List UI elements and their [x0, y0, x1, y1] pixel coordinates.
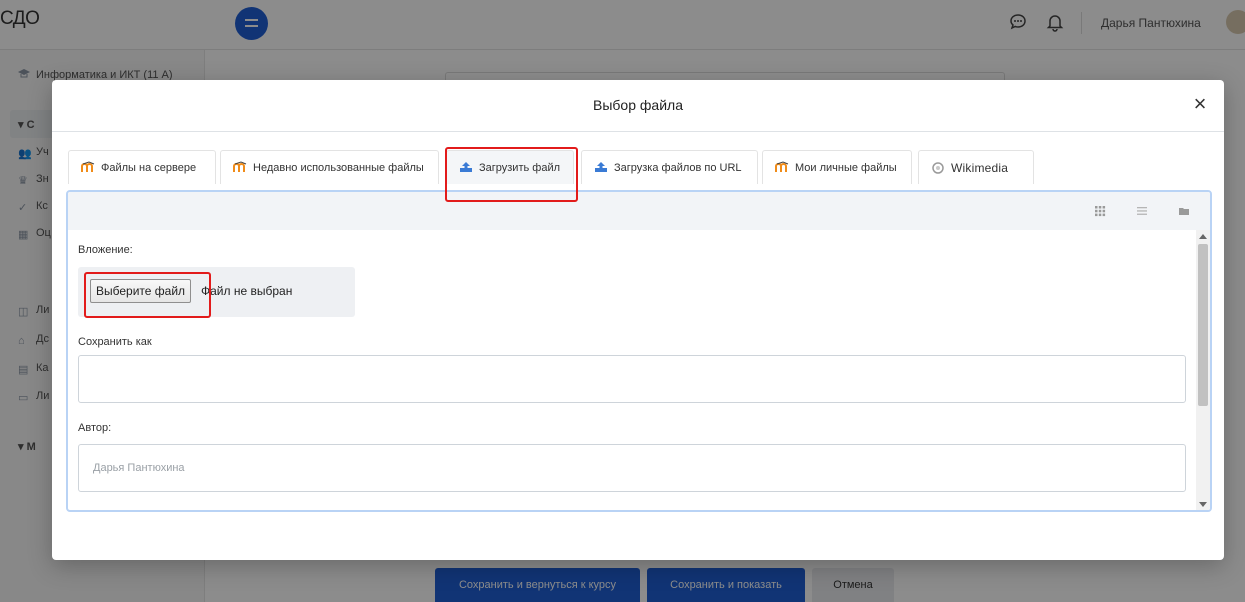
upload-icon [460, 162, 472, 172]
wikimedia-icon [932, 162, 944, 174]
tab-url-download[interactable]: Загрузка файлов по URL [581, 150, 758, 184]
upload-icon [595, 162, 607, 172]
author-input[interactable] [78, 444, 1186, 492]
scroll-down-icon[interactable] [1199, 502, 1207, 507]
author-label: Автор: [78, 422, 112, 434]
view-toolbar [68, 192, 1210, 230]
upload-form: Вложение: Выберите файл Файл не выбран С… [68, 230, 1196, 510]
file-picker-panel: Вложение: Выберите файл Файл не выбран С… [66, 190, 1212, 512]
tab-label: Загрузить файл [479, 162, 561, 174]
no-file-status: Файл не выбран [201, 284, 293, 298]
tab-label: Загрузка файлов по URL [614, 162, 742, 174]
tab-upload-file[interactable]: Загрузить файл [446, 150, 574, 184]
file-picker-dialog: Выбор файла × Файлы на сервере Недавно и… [52, 80, 1224, 560]
tab-recent-files[interactable]: Недавно использованные файлы [220, 150, 439, 184]
panel-scrollbar[interactable] [1196, 230, 1210, 510]
folder-view-icon[interactable] [1177, 204, 1191, 218]
tab-label: Файлы на сервере [101, 162, 197, 174]
tab-label: Мои личные файлы [795, 162, 897, 174]
list-view-icon[interactable] [1135, 204, 1149, 218]
grid-view-icon[interactable] [1093, 204, 1107, 218]
dialog-header: Выбор файла × [52, 80, 1224, 132]
dialog-title: Выбор файла [593, 97, 683, 113]
moodle-icon [81, 161, 95, 172]
moodle-icon [233, 161, 247, 172]
save-as-input[interactable] [78, 355, 1186, 403]
tab-server-files[interactable]: Файлы на сервере [68, 150, 216, 184]
close-button[interactable]: × [1187, 92, 1213, 118]
attachment-label: Вложение: [78, 244, 133, 256]
tab-wikimedia[interactable]: Wikimedia [918, 150, 1034, 184]
choose-file-button[interactable]: Выберите файл [90, 279, 192, 303]
save-as-label: Сохранить как [78, 336, 152, 348]
scroll-up-icon[interactable] [1199, 234, 1207, 239]
tab-label: Недавно использованные файлы [253, 162, 424, 174]
tab-private-files[interactable]: Мои личные файлы [762, 150, 912, 184]
tab-label: Wikimedia [951, 161, 1009, 175]
scrollbar-thumb[interactable] [1198, 244, 1208, 406]
moodle-icon [775, 161, 789, 172]
